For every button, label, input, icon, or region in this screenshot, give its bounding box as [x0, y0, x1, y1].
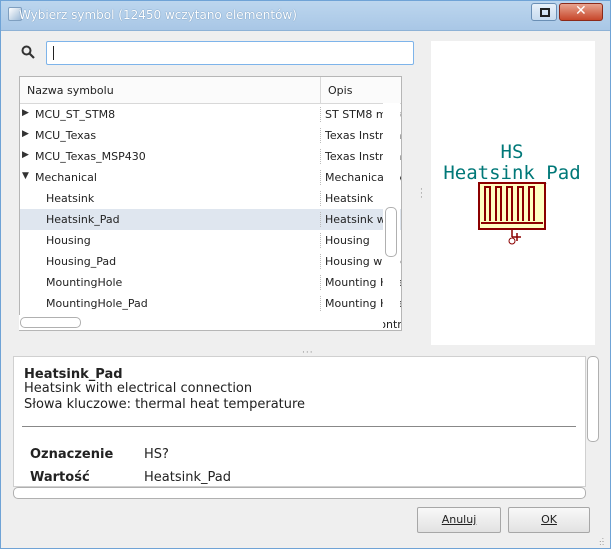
tree-row[interactable]: ▼MechanicalMechanical symbols: [20, 167, 401, 188]
tree-row[interactable]: ▶MCU_ST_STM8ST STM8 microcontrollers: [20, 104, 401, 125]
preview-value-text: Heatsink_Pad: [443, 162, 580, 184]
symbol-tree[interactable]: Nazwa symbolu Opis ▶MCU_ST_STM8ST STM8 m…: [19, 76, 402, 331]
tree-row-name: Heatsink: [46, 192, 95, 205]
column-header-name[interactable]: Nazwa symbolu: [27, 84, 114, 97]
divider: [22, 426, 576, 427]
tree-row[interactable]: Housing Housing: [20, 230, 401, 251]
info-keywords: Słowa kluczowe: thermal heat temperature: [24, 397, 306, 412]
heatsink-fins: [481, 186, 543, 224]
cell-separator: [320, 191, 321, 206]
tree-row-name: Housing_Pad: [46, 255, 117, 268]
cell-separator: [320, 233, 321, 248]
property-value: HS?: [144, 447, 169, 462]
title-bar[interactable]: Wybierz symbol (12450 wczytano elementów…: [1, 1, 610, 31]
property-label: Wartość: [30, 470, 90, 485]
info-title: Heatsink_Pad: [24, 367, 123, 382]
column-separator[interactable]: [320, 77, 321, 104]
tree-row[interactable]: MountingHole Mounting Hole: [20, 272, 401, 293]
cell-separator: [320, 107, 321, 122]
tree-row-name: Heatsink_Pad: [46, 213, 120, 226]
heatsink-pin: [511, 229, 521, 241]
tree-vertical-scrollbar[interactable]: [383, 103, 400, 315]
triangle-right-icon[interactable]: ▶: [22, 108, 29, 118]
tree-horizontal-scrollbar[interactable]: [19, 315, 383, 330]
cell-separator: [320, 149, 321, 164]
scrollbar-thumb[interactable]: [587, 356, 599, 442]
ok-button[interactable]: OK: [508, 507, 590, 533]
text-caret: [53, 46, 54, 60]
resize-grip-icon[interactable]: .:::: [599, 536, 604, 547]
vertical-splitter-handle[interactable]: · · ·: [420, 186, 424, 203]
tree-row[interactable]: MountingHole_PadMounting Hole with conne…: [20, 293, 401, 314]
close-button[interactable]: ✕: [559, 3, 603, 21]
symbol-chooser-dialog: Wybierz symbol (12450 wczytano elementów…: [0, 0, 611, 549]
info-description: Heatsink with electrical connection: [24, 381, 253, 396]
preview-reference-text: HS: [501, 141, 524, 163]
tree-row-name: MCU_Texas_MSP430: [35, 150, 146, 163]
search-icon: [21, 45, 35, 59]
cell-separator: [320, 128, 321, 143]
cancel-button-label: Anuluj: [441, 513, 477, 526]
close-icon: ✕: [575, 3, 587, 19]
cancel-button[interactable]: Anuluj: [417, 507, 501, 533]
property-value: Heatsink_Pad: [144, 470, 231, 485]
scrollbar-thumb[interactable]: [385, 207, 397, 257]
scrollbar-thumb[interactable]: [13, 487, 586, 499]
scrollbar-thumb[interactable]: [20, 317, 81, 328]
symbol-preview-canvas: HS Heatsink_Pad: [443, 141, 581, 245]
cell-separator: [320, 170, 321, 185]
tree-row-name: MCU_Texas: [35, 129, 97, 142]
property-label: Oznaczenie: [30, 447, 114, 462]
ok-button-label: OK: [541, 513, 557, 526]
tree-row-name: Housing: [46, 234, 91, 247]
heatsink-symbol: [478, 182, 546, 245]
info-vertical-scrollbar[interactable]: [586, 356, 600, 487]
cell-separator: [320, 296, 321, 311]
tree-row[interactable]: ▶MCU_Texas_MSP430Texas Instruments: [20, 146, 401, 167]
tree-row[interactable]: Housing_PadHousing with electrical conne…: [20, 251, 401, 272]
tree-row-name: MountingHole_Pad: [46, 297, 148, 310]
tree-header: Nazwa symbolu Opis: [20, 77, 401, 104]
cell-separator: [320, 275, 321, 290]
tree-row-name: Mechanical: [35, 171, 97, 184]
tree-row[interactable]: Heatsink Heatsink: [20, 188, 401, 209]
symbol-preview: HS Heatsink_Pad: [431, 41, 595, 345]
tree-row[interactable]: ▶MCU_TexasTexas Instruments: [20, 125, 401, 146]
tree-row-name: MCU_ST_STM8: [35, 108, 116, 121]
symbol-info-panel: Heatsink_Pad Heatsink with electrical co…: [13, 356, 586, 487]
triangle-down-icon[interactable]: ▼: [22, 171, 29, 181]
column-header-description[interactable]: Opis: [328, 84, 352, 97]
cell-separator: [320, 212, 321, 227]
tree-row[interactable]: Heatsink_PadHeatsink with electrical con…: [20, 209, 401, 230]
search-input[interactable]: [46, 41, 414, 65]
triangle-right-icon[interactable]: ▶: [22, 129, 29, 139]
cell-separator: [320, 254, 321, 269]
tree-row-name: MountingHole: [46, 276, 123, 289]
restore-button[interactable]: [531, 3, 557, 21]
tree-rows: ▶MCU_ST_STM8ST STM8 microcontrollers▶MCU…: [20, 104, 401, 330]
restore-icon: [540, 8, 550, 17]
info-horizontal-scrollbar[interactable]: [13, 487, 586, 500]
triangle-right-icon[interactable]: ▶: [22, 150, 29, 160]
window-title: Wybierz symbol (12450 wczytano elementów…: [19, 8, 297, 22]
pin-endpoint: [508, 237, 516, 245]
